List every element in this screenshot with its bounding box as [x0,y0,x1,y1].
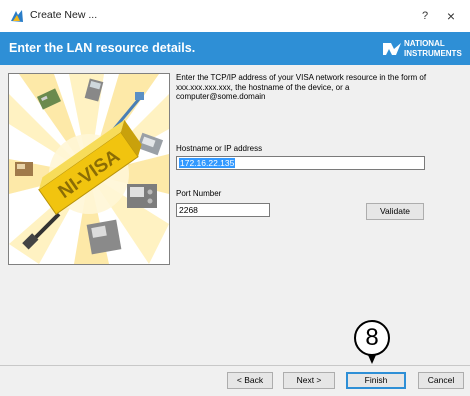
port-number-value: 2268 [179,205,198,215]
back-button[interactable]: < Back [227,372,273,389]
logo-line1: NATIONAL [404,39,445,48]
instrument-bottom [86,219,122,255]
page-title: Enter the LAN resource details. [9,41,196,55]
callout-pointer [368,355,376,364]
title-bar: Create New ... ? × [0,0,470,32]
port-number-input[interactable]: 2268 [176,203,270,217]
cancel-button[interactable]: Cancel [418,372,464,389]
ni-logo-text: NATIONAL INSTRUMENTS [404,39,462,58]
window-title: Create New ... [30,9,98,21]
ni-visa-graphic: NI-VISA [9,74,169,264]
ni-max-app-icon [11,10,23,22]
finish-button[interactable]: Finish [346,372,406,389]
next-button[interactable]: Next > [283,372,335,389]
hostname-label: Hostname or IP address [176,144,263,153]
instrument-left [15,162,33,176]
close-button[interactable]: × [440,6,462,26]
ni-logo: NATIONAL INSTRUMENTS [382,38,468,60]
wizard-header: Enter the LAN resource details. NATIONAL… [0,32,470,65]
ni-eagle-icon [383,43,401,55]
instructions-text: Enter the TCP/IP address of your VISA ne… [176,73,427,101]
ni-visa-illustration: NI-VISA [8,73,170,265]
instrument-right [127,184,157,208]
hostname-input[interactable]: 172.16.22.135 [176,156,425,170]
validate-button[interactable]: Validate [366,203,424,220]
help-button[interactable]: ? [415,6,435,26]
port-number-label: Port Number [176,189,222,198]
hostname-input-value: 172.16.22.135 [179,158,236,168]
step-number-callout: 8 [354,320,390,356]
logo-line2: INSTRUMENTS [404,48,462,58]
